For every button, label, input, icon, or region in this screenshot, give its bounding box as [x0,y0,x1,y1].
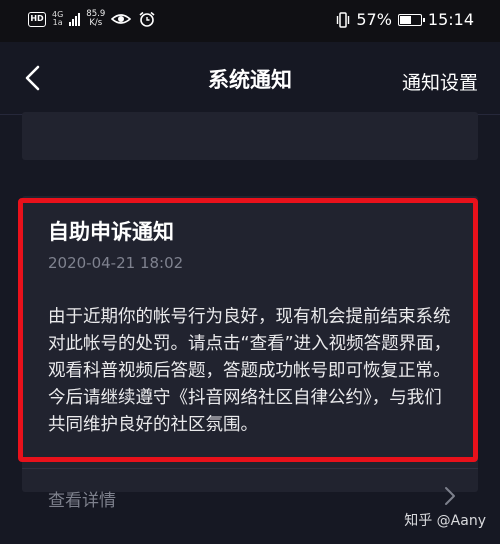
network-speed: 85.9 K/s [86,9,106,28]
nav-header: 系统通知 通知设置 [0,42,500,114]
previous-notification-card[interactable] [22,112,478,160]
clock: 15:14 [427,10,474,29]
watermark: 知乎 @Aany [404,513,486,529]
notification-settings-link[interactable]: 通知设置 [402,68,478,95]
eye-icon [111,14,132,24]
chevron-right-icon[interactable] [444,486,456,506]
alarm-clock-icon [139,11,155,27]
battery-percent: 57% [356,10,392,29]
notification-body: 由于近期你的帐号行为良好，现有机会提前结束系统对此帐号的处罚。请点击“查看”进入… [48,307,452,435]
battery-icon [397,13,425,26]
hd-badge: HD [28,11,46,27]
status-bar: HD 4G 1a 85.9 K/s 57% 15:14 [0,0,500,42]
signal-icon [69,12,81,26]
card-divider [22,468,478,469]
network-indicator: 4G 1a [52,10,64,27]
notification-title: 自助申诉通知 [48,220,174,244]
notification-card[interactable]: 自助申诉通知 2020-04-21 18:02 由于近期你的帐号行为良好，现有机… [22,196,478,511]
notification-date: 2020-04-21 18:02 [48,254,184,272]
vibrate-icon [337,11,350,28]
view-details-link[interactable]: 查看详情 [48,486,116,511]
